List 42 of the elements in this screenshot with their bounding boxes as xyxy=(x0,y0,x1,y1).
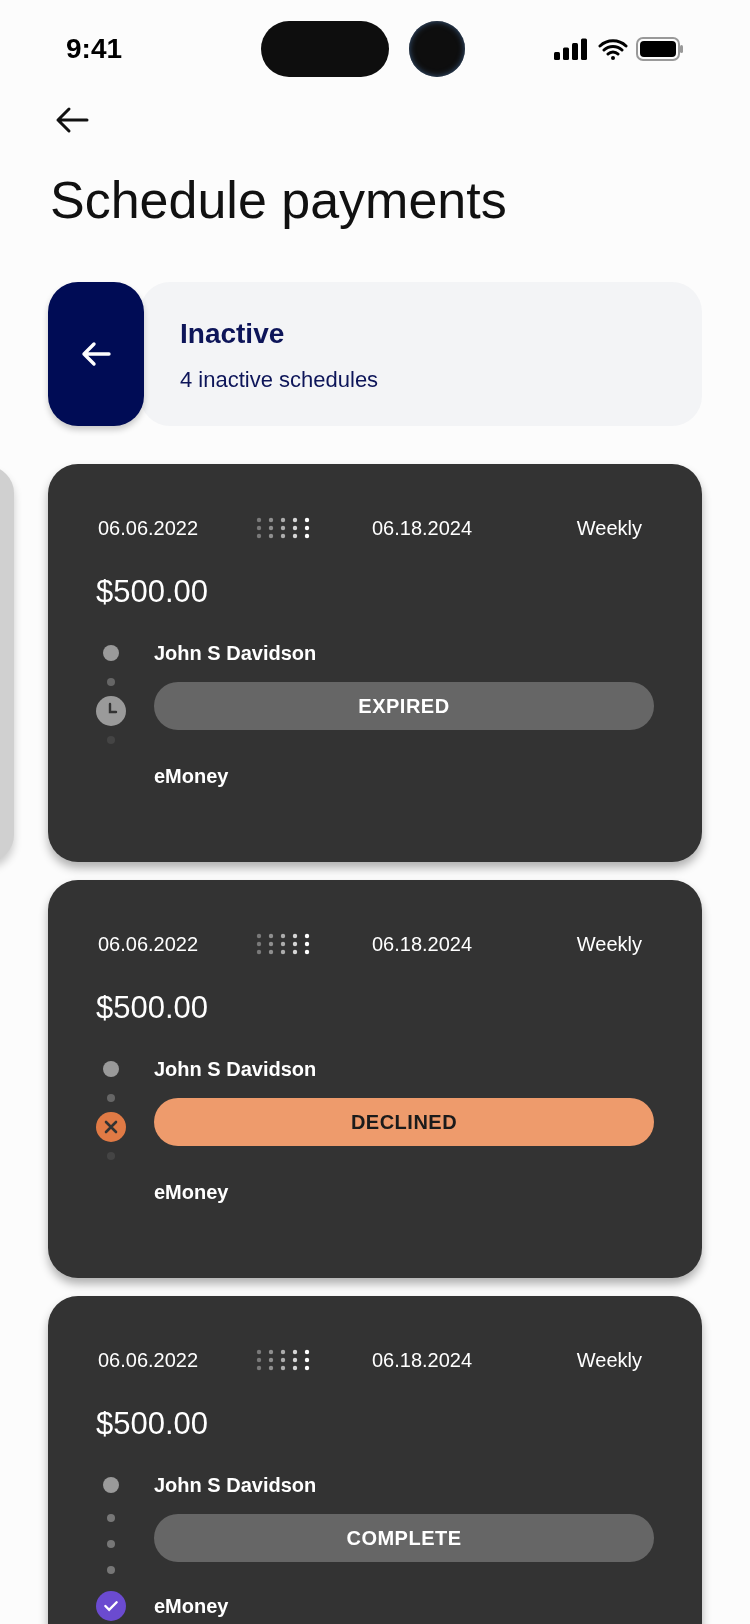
amount: $500.00 xyxy=(96,989,210,1027)
start-date: 06.06.2022 xyxy=(97,932,200,957)
end-date: 06.18.2024 xyxy=(372,1348,474,1373)
status-pill: DECLINED xyxy=(154,1098,654,1146)
dots-icon xyxy=(256,933,310,955)
status-pill: EXPIRED xyxy=(154,682,654,730)
frequency: Weekly xyxy=(576,932,642,957)
payee-name: John S Davidson xyxy=(154,1473,317,1498)
source-name: eMoney xyxy=(154,1594,229,1619)
start-date: 06.06.2022 xyxy=(97,516,200,541)
frequency: Weekly xyxy=(576,516,642,541)
amount: $500.00 xyxy=(96,1405,210,1443)
page-title: Schedule payments xyxy=(50,170,508,231)
cross-icon xyxy=(96,1112,126,1142)
dots-icon xyxy=(256,1349,310,1371)
filter-subtitle: 4 inactive schedules xyxy=(180,365,380,394)
status-pill: COMPLETE xyxy=(154,1514,654,1562)
payee-name: John S Davidson xyxy=(154,641,317,666)
end-date: 06.18.2024 xyxy=(372,516,474,541)
dots-icon xyxy=(256,517,310,539)
schedule-card[interactable]: 06.06.2022 06.18.2024 Weekly $500.00 John S Davidson COMPLETE eMoney xyxy=(48,1296,702,1624)
signal-icon xyxy=(554,38,590,60)
filter-back-button[interactable] xyxy=(48,282,144,426)
arrow-left-icon xyxy=(80,340,112,368)
source-name: eMoney xyxy=(154,764,229,789)
filter-card[interactable]: Inactive 4 inactive schedules xyxy=(140,282,702,426)
payee-name: John S Davidson xyxy=(154,1057,317,1082)
start-date: 06.06.2022 xyxy=(97,1348,200,1373)
filter-title: Inactive xyxy=(180,316,286,351)
camera-lens xyxy=(409,21,465,77)
check-icon xyxy=(96,1590,126,1622)
battery-icon xyxy=(636,37,684,61)
schedule-card[interactable]: 06.06.2022 06.18.2024 Weekly $500.00 John S Davidson EXPIRED eMoney xyxy=(48,464,702,862)
frequency: Weekly xyxy=(576,1348,642,1373)
wifi-icon xyxy=(598,38,628,60)
end-date: 06.18.2024 xyxy=(372,932,474,957)
schedule-card[interactable]: 06.06.2022 06.18.2024 Weekly $500.00 John S Davidson DECLINED eMoney xyxy=(48,880,702,1278)
amount: $500.00 xyxy=(96,573,210,611)
back-arrow-icon xyxy=(55,106,89,134)
source-name: eMoney xyxy=(154,1180,229,1205)
clock-icon xyxy=(96,696,126,726)
status-time: 9:41 xyxy=(66,32,123,66)
